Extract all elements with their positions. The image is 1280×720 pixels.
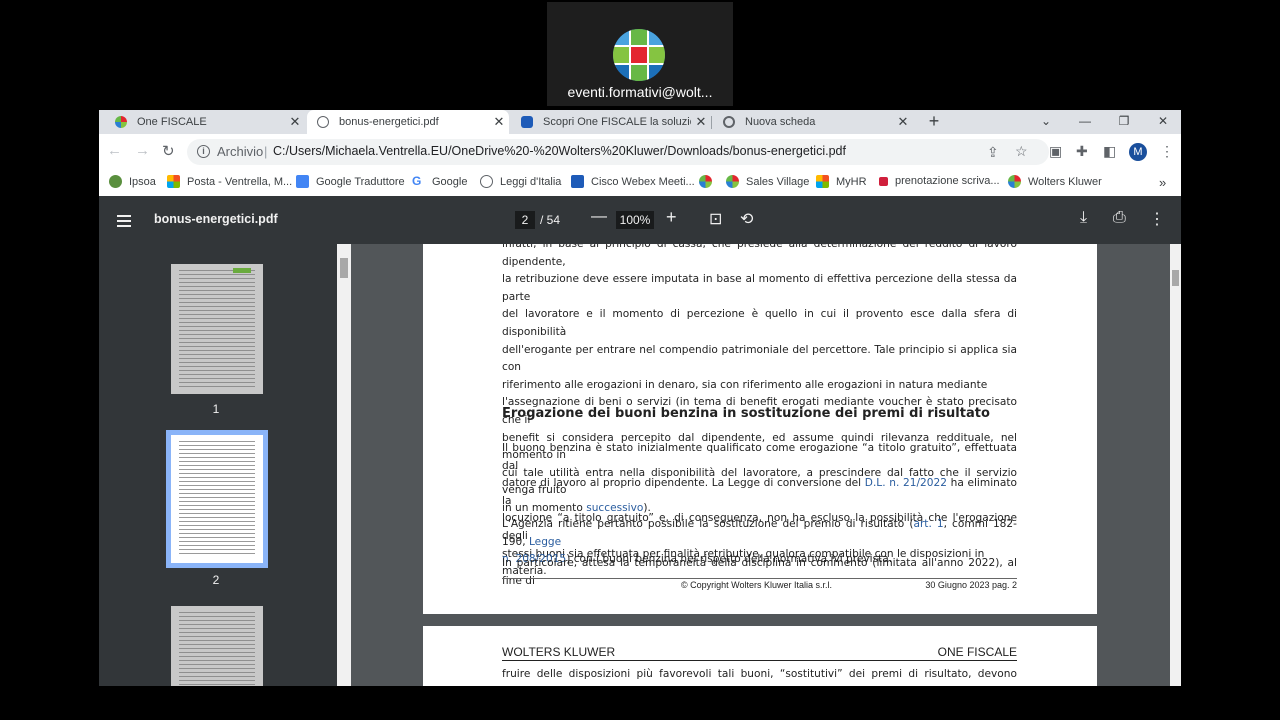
link-legge[interactable]: Legge <box>529 536 561 548</box>
pdf-toolbar: bonus-energetici.pdf 2 / 54 — 100% + ⊡ ⟲… <box>99 196 1181 244</box>
bookmarks-bar: Ipsoa Posta - Ventrella, M... Google Tra… <box>99 170 1181 197</box>
page-header-right: ONE FISCALE <box>937 645 1017 659</box>
thumbnail-sidebar: 1 2 <box>99 244 351 686</box>
reload-icon[interactable]: ↻ <box>162 142 175 160</box>
bookmark-wolters-kluwer[interactable]: Wolters Kluwer <box>1008 175 1102 188</box>
office-icon <box>816 175 829 188</box>
download-icon[interactable]: ⤓ <box>1080 209 1087 227</box>
restore-icon[interactable]: ❐ <box>1105 110 1143 132</box>
bookmarks-more-button[interactable]: » <box>1159 175 1166 190</box>
office-icon <box>167 175 180 188</box>
page-thumbnail-3[interactable] <box>171 606 263 686</box>
extensions-puzzle-icon[interactable]: ✚ <box>1076 143 1088 160</box>
footer-date: 30 Giugno 2023 pag. 2 <box>925 580 1017 590</box>
tab-label: Scopri One FISCALE la soluzione <box>543 116 691 128</box>
address-bar[interactable]: i Archivio | C:/Users/Michaela.Ventrella… <box>187 139 1049 165</box>
extension-ms-icon[interactable]: ▣ <box>1049 143 1062 160</box>
tab-scopri-one-fiscale[interactable]: Scopri One FISCALE la soluzione ✕ <box>511 110 711 134</box>
bookmark-wk[interactable] <box>699 175 719 188</box>
footer-rule <box>502 578 1017 579</box>
pdf-page-3: WOLTERS KLUWER ONE FISCALE fruire delle … <box>423 626 1097 686</box>
rotate-icon[interactable]: ⟲ <box>740 209 753 229</box>
translate-icon <box>296 175 309 188</box>
forward-icon[interactable]: → <box>135 142 150 159</box>
section-heading: Erogazione dei buoni benzina in sostituz… <box>502 406 990 421</box>
tab-bonus-energetici[interactable]: bonus-energetici.pdf ✕ <box>307 110 509 134</box>
bookmark-google-traduttore[interactable]: Google Traduttore <box>296 175 405 188</box>
bookmark-star-icon[interactable]: ☆ <box>1015 143 1028 160</box>
bookmark-cisco-webex[interactable]: Cisco Webex Meeti... <box>571 175 695 188</box>
thumbnail-number-1: 1 <box>212 402 220 416</box>
pdf-content: infatti, in base al principio di cassa, … <box>351 244 1181 686</box>
wk-logo-icon <box>115 116 127 128</box>
pdf-page-2: infatti, in base al principio di cassa, … <box>423 244 1097 614</box>
bookmark-posta[interactable]: Posta - Ventrella, M... <box>167 175 292 188</box>
tab-label: Nuova scheda <box>745 116 816 128</box>
footer-copyright: © Copyright Wolters Kluwer Italia s.r.l. <box>681 580 833 590</box>
profile-avatar[interactable]: M <box>1129 143 1147 161</box>
browser-toolbar: ← → ↻ i Archivio | C:/Users/Michaela.Ven… <box>99 134 1181 170</box>
wk-logo-icon <box>699 175 712 188</box>
browser-window: One FISCALE ✕ bonus-energetici.pdf ✕ Sco… <box>99 110 1181 686</box>
browser-menu-icon[interactable]: ⋮ <box>1160 143 1174 160</box>
menu-icon[interactable] <box>117 212 131 228</box>
back-icon[interactable]: ← <box>107 142 122 159</box>
google-icon: G <box>412 174 422 188</box>
thumbnail-number-2: 2 <box>212 573 220 587</box>
tab-search-icon[interactable]: ⌄ <box>1027 110 1065 132</box>
link-dl-21-2022[interactable]: D.L. n. 21/2022 <box>865 477 947 489</box>
bookmark-myhr[interactable]: MyHR <box>816 175 867 188</box>
pdf-filename: bonus-energetici.pdf <box>154 212 278 226</box>
minimize-icon[interactable]: — <box>1066 110 1104 132</box>
bookmark-google[interactable]: G Google <box>412 175 467 188</box>
bookmark-sales-village[interactable]: Sales Village <box>726 175 809 188</box>
globe-icon <box>480 175 493 188</box>
zoom-out-icon[interactable]: — <box>591 208 607 226</box>
close-icon[interactable]: ✕ <box>691 114 711 130</box>
webex-icon <box>521 116 533 128</box>
close-icon[interactable]: ✕ <box>893 114 913 130</box>
close-icon[interactable]: ✕ <box>285 114 305 130</box>
webex-icon <box>571 175 584 188</box>
wolters-kluwer-logo-icon <box>613 29 665 81</box>
paragraph-page3: fruire delle disposizioni più favorevoli… <box>502 668 1017 686</box>
url-scheme: Archivio <box>217 144 264 159</box>
page-total: / 54 <box>540 213 561 227</box>
tab-one-fiscale[interactable]: One FISCALE ✕ <box>105 110 305 134</box>
share-icon[interactable]: ⇪ <box>987 144 999 161</box>
zoom-input[interactable]: 100% <box>616 211 654 229</box>
fit-page-icon[interactable]: ⊡ <box>709 209 722 229</box>
red-square-icon <box>879 176 888 186</box>
document-scrollbar[interactable] <box>1170 244 1181 686</box>
more-options-icon[interactable]: ⋮ <box>1149 209 1165 229</box>
zoom-in-icon[interactable]: + <box>666 207 677 228</box>
sidebar-scrollbar[interactable] <box>337 244 351 686</box>
link-art-1[interactable]: art. 1 <box>913 518 943 530</box>
ipsoa-icon <box>109 175 122 188</box>
bookmark-leggi-italia[interactable]: Leggi d'Italia <box>480 175 561 188</box>
new-tab-button[interactable]: + <box>915 110 953 132</box>
tab-label: bonus-energetici.pdf <box>339 116 439 128</box>
page-thumbnail-1[interactable] <box>171 264 263 394</box>
chrome-icon <box>723 116 735 128</box>
tab-strip: One FISCALE ✕ bonus-energetici.pdf ✕ Sco… <box>99 110 1181 134</box>
tab-nuova-scheda[interactable]: Nuova scheda ✕ <box>713 110 913 134</box>
bookmark-ipsoa[interactable]: Ipsoa <box>109 175 156 188</box>
bookmark-prenotazione[interactable]: prenotazione scriva... <box>879 175 1000 187</box>
wk-logo-icon <box>726 175 739 188</box>
globe-icon <box>317 116 329 128</box>
page-header-left: WOLTERS KLUWER <box>502 645 616 659</box>
url-text[interactable]: C:/Users/Michaela.Ventrella.EU/OneDrive%… <box>273 144 846 158</box>
window-close-icon[interactable]: ✕ <box>1144 110 1181 132</box>
page-thumbnail-2[interactable] <box>166 430 268 568</box>
page-number-input[interactable]: 2 <box>515 211 535 229</box>
participant-name: eventi.formativi@wolt... <box>567 84 713 100</box>
close-icon[interactable]: ✕ <box>489 114 509 130</box>
print-icon[interactable]: ⎙ <box>1113 209 1126 227</box>
tab-label: One FISCALE <box>137 116 207 128</box>
participant-tile: eventi.formativi@wolt... <box>547 2 733 106</box>
wk-logo-icon <box>1008 175 1021 188</box>
side-panel-icon[interactable]: ◧ <box>1103 143 1116 160</box>
info-icon[interactable]: i <box>197 145 210 158</box>
